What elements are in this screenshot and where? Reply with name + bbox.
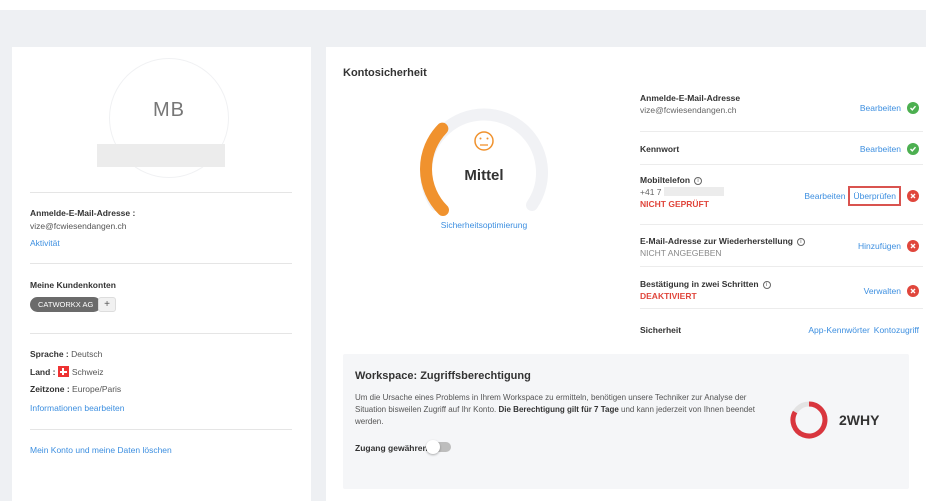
error-icon <box>907 190 919 202</box>
error-icon <box>907 285 919 297</box>
info-icon[interactable]: i <box>796 238 805 246</box>
divider <box>30 192 292 193</box>
language-label: Sprache : <box>30 349 69 359</box>
language-value: Deutsch <box>71 349 103 359</box>
grant-access-label: Zugang gewähren <box>355 443 428 453</box>
workspace-description: Um die Ursache eines Problems in Ihrem W… <box>355 392 775 428</box>
info-icon[interactable]: i <box>694 177 703 185</box>
country-row: Land : Schweiz <box>30 366 104 377</box>
row-title: Bestätigung in zwei Schritten <box>640 279 759 289</box>
edit-info-link[interactable]: Informationen bearbeiten <box>30 403 125 413</box>
toggle-knob <box>426 440 440 454</box>
info-icon[interactable]: i <box>762 281 771 289</box>
row-title: E-Mail-Adresse zur Wiederherstellung <box>640 236 793 246</box>
verify-phone-button[interactable]: Überprüfen <box>848 186 901 206</box>
app-passwords-link[interactable]: App-Kennwörter <box>808 325 869 335</box>
security-level: Mittel <box>464 167 504 184</box>
security-title: Kontosicherheit <box>343 67 427 79</box>
row-title-wrap: Mobiltelefon i <box>640 175 923 185</box>
workspace-panel: Workspace: Zugriffsberechtigung Um die U… <box>343 354 909 489</box>
2why-logo-ring <box>790 401 828 439</box>
grant-access-toggle[interactable] <box>426 440 451 454</box>
activity-link[interactable]: Aktivität <box>30 238 60 248</box>
profile-card: MB Anmelde-E-Mail-Adresse : vize@fcwiese… <box>12 47 311 501</box>
row-two-step: Bestätigung in zwei Schritten i DEAKTIVIE… <box>640 267 923 309</box>
country-value: Schweiz <box>71 367 104 377</box>
row-recovery-email: E-Mail-Adresse zur Wiederherstellung i NI… <box>640 225 923 267</box>
divider <box>30 263 292 264</box>
name-placeholder <box>97 144 225 167</box>
workspace-body-bold: Die Berechtigung gilt für 7 Tage <box>498 405 619 414</box>
neutral-face-icon <box>474 131 494 151</box>
security-optimization-link[interactable]: Sicherheitsoptimierung <box>406 220 562 230</box>
row-login-email: Anmelde-E-Mail-Adresse vize@fcwiesendang… <box>640 93 923 132</box>
language-row: Sprache : Deutsch <box>30 349 102 359</box>
timezone-value: Europe/Paris <box>72 384 122 394</box>
add-customer-account-button[interactable]: + <box>98 297 116 312</box>
delete-account-link[interactable]: Mein Konto und meine Daten löschen <box>30 445 172 455</box>
phone-value: +41 7 <box>640 187 662 197</box>
customer-accounts-title: Meine Kundenkonten <box>30 280 116 290</box>
row-title: Mobiltelefon <box>640 175 691 185</box>
2why-brand: 2WHY <box>839 412 880 428</box>
country-label: Land : <box>30 367 56 377</box>
check-icon <box>907 143 919 155</box>
edit-password-button[interactable]: Bearbeiten <box>860 144 901 154</box>
account-access-link[interactable]: Kontozugriff <box>874 325 919 335</box>
customer-account-chip[interactable]: CATWORKX AG <box>30 297 102 312</box>
check-icon <box>907 102 919 114</box>
row-mobile-phone: Mobiltelefon i +41 7 NICHT GEPRÜFT Bearbe… <box>640 165 923 225</box>
security-card: Kontosicherheit Mittel Sicherheitsoptimi… <box>326 47 926 501</box>
workspace-title: Workspace: Zugriffsberechtigung <box>355 370 531 382</box>
error-icon <box>907 240 919 252</box>
swiss-flag-icon <box>57 366 69 377</box>
manage-two-step-button[interactable]: Verwalten <box>864 286 901 296</box>
edit-email-button[interactable]: Bearbeiten <box>860 103 901 113</box>
divider <box>30 429 292 430</box>
row-safety: Sicherheit App-Kennwörter Kontozugriff <box>640 309 923 349</box>
timezone-label: Zeitzone : <box>30 384 70 394</box>
login-email-value: vize@fcwiesendangen.ch <box>30 221 127 231</box>
top-bar <box>0 0 926 10</box>
login-email-label: Anmelde-E-Mail-Adresse : <box>30 208 136 218</box>
avatar-initials: MB <box>153 99 185 121</box>
phone-number-mask <box>663 187 724 196</box>
edit-phone-button[interactable]: Bearbeiten <box>804 191 845 201</box>
add-recovery-email-button[interactable]: Hinzufügen <box>858 241 901 251</box>
row-password: Kennwort Bearbeiten <box>640 132 923 165</box>
timezone-row: Zeitzone : Europe/Paris <box>30 384 121 394</box>
divider <box>30 333 292 334</box>
